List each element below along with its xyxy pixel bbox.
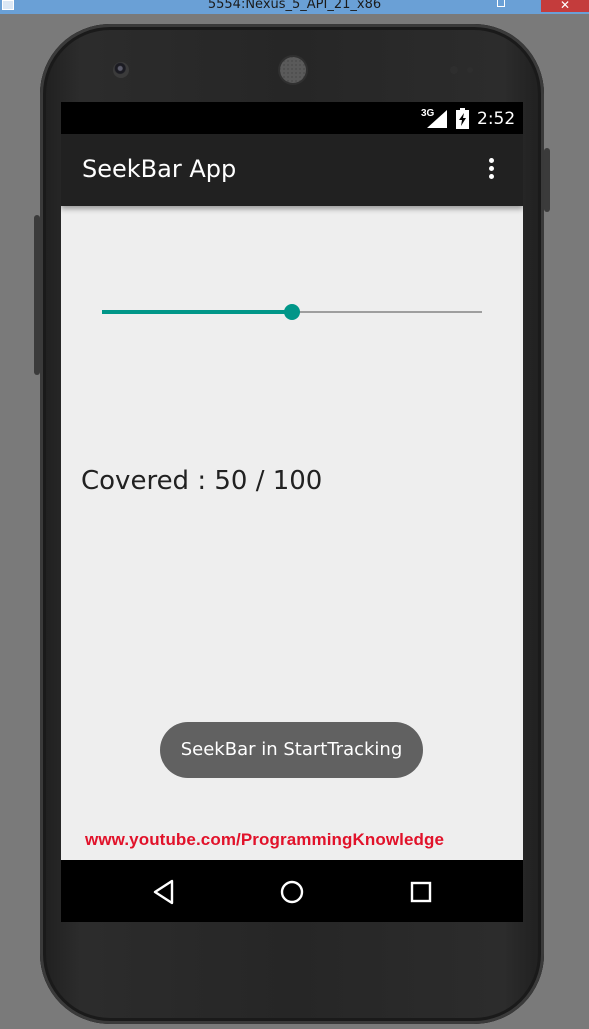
app-title: SeekBar App (82, 155, 237, 183)
restore-button[interactable] (490, 0, 512, 12)
back-icon[interactable] (151, 878, 179, 906)
light-sensor-icon (467, 67, 473, 73)
watermark-text: www.youtube.com/ProgrammingKnowledge (85, 830, 445, 849)
app-toolbar: SeekBar App (61, 134, 523, 206)
toast-message: SeekBar in StartTracking (160, 722, 423, 778)
power-button[interactable] (544, 148, 550, 212)
battery-charging-icon (456, 108, 469, 129)
status-bar: 3G 2:52 (61, 102, 523, 134)
earpiece-speaker-icon (280, 57, 306, 83)
covered-progress-label: Covered : 50 / 100 (81, 466, 323, 496)
navigation-bar (61, 860, 523, 922)
seekbar[interactable] (102, 300, 482, 324)
overflow-menu-icon[interactable] (481, 156, 501, 184)
seekbar-progress (102, 310, 292, 314)
proximity-sensor-icon (450, 66, 458, 74)
recents-icon[interactable] (407, 878, 435, 906)
emulator-title-bar: 5554:Nexus_5_API_21_x86 ✕ (0, 0, 589, 14)
close-window-button[interactable]: ✕ (541, 0, 589, 12)
status-time: 2:52 (477, 109, 516, 129)
device-screen: 3G 2:52 SeekBar App Covered : 50 / 100 S… (61, 102, 523, 922)
seekbar-thumb[interactable] (284, 304, 300, 320)
signal-icon (427, 110, 447, 128)
front-camera-icon (113, 62, 129, 78)
home-icon[interactable] (278, 878, 306, 906)
